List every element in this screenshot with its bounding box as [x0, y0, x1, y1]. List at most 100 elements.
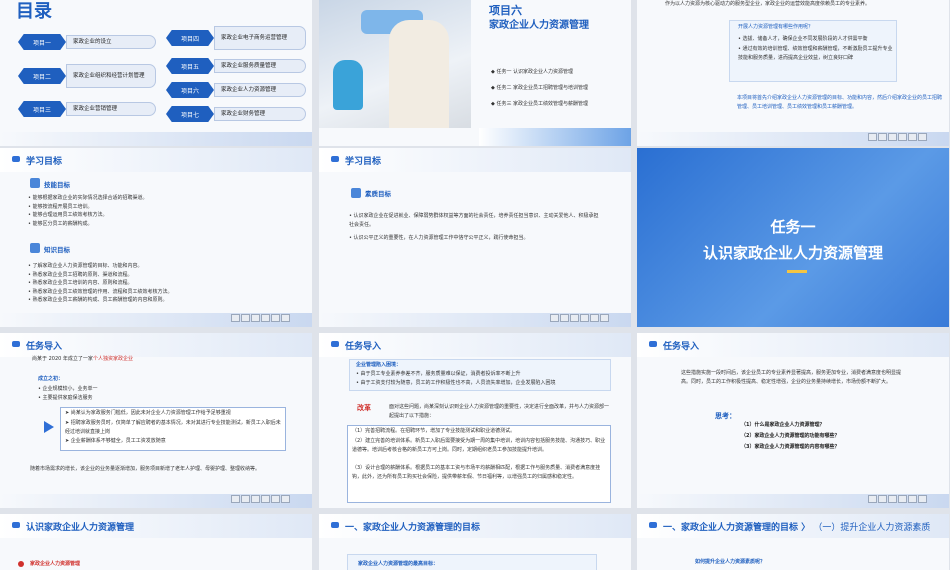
- skill-item: • 能够根据家政企业的实际情况选择合适的招聘渠道。: [28, 195, 148, 201]
- slide-1-toc[interactable]: 目录 项目一 家政企业的设立 项目二 家政企业组织和经营计划管理 项目三 家政企…: [0, 0, 312, 146]
- toc-item-4[interactable]: 家政企业电子商务运营管理: [214, 26, 306, 50]
- result-text: 这些措施实施一段时间后，该企业员工的专业素养显著提高，服务更加专业，消费者满意度…: [681, 370, 902, 385]
- slide-4-learning-goals[interactable]: 学习目标 技能目标 • 能够根据家政企业的实际情况选择合适的招聘渠道。 • 能够…: [0, 148, 312, 327]
- prev-icon[interactable]: [241, 495, 250, 503]
- slide-2-project-six[interactable]: 项目六 家政企业人力资源管理 ◆ 任务一 认识家政企业人力资源管理 ◆ 任务二 …: [319, 0, 631, 146]
- slide-11-hr-goals[interactable]: 一、家政企业人力资源管理的目标 家政企业人力资源管理的最高目标：: [319, 514, 631, 570]
- measure-3: （3）设计合理的薪酬体系。根据员工的基本工资与市场平均薪酬相匹配，根据工作与服务…: [352, 465, 601, 480]
- slide-3-intro[interactable]: 作为以人力资源为核心驱动力的服务型企业，家政企业的运营效能高度依赖员工的专业素养…: [637, 0, 949, 146]
- first-icon[interactable]: [550, 314, 559, 322]
- last-icon[interactable]: [271, 314, 280, 322]
- question-3: （3）家政企业人力资源管理的内容有哪些？: [741, 444, 840, 450]
- breadcrumb-separator: 〉: [801, 523, 811, 533]
- slide-title: 一、家政企业人力资源管理的目标: [330, 520, 480, 533]
- menu-icon[interactable]: [281, 495, 290, 503]
- trouble-2: • 由于工资支付较为随意，员工的工作积极性也不高，人员流失率增加，企业发展陷入困…: [356, 380, 556, 386]
- last-icon[interactable]: [271, 495, 280, 503]
- slide-8-reform[interactable]: 任务导入 企业管理陷入困境： • 由于员工专业素养参差不齐，服务质量难以保证，消…: [319, 333, 631, 508]
- slide-toolbar[interactable]: [550, 314, 609, 322]
- slide-title: 任务导入: [330, 339, 381, 352]
- prev-icon[interactable]: [878, 495, 887, 503]
- slide-toolbar[interactable]: [231, 314, 290, 322]
- toc-item-2[interactable]: 家政企业组织和经营计划管理: [66, 64, 156, 88]
- trouble-box: 企业管理陷入困境： • 由于员工专业素养参差不齐，服务质量难以保证，消费者投诉率…: [349, 359, 611, 391]
- menu-icon[interactable]: [918, 133, 927, 141]
- menu-icon[interactable]: [281, 314, 290, 322]
- task-heading: 认识家政企业人力资源管理: [702, 244, 883, 262]
- first-icon[interactable]: [231, 495, 240, 503]
- first-icon[interactable]: [231, 314, 240, 322]
- play-icon[interactable]: [888, 495, 897, 503]
- skill-item: • 能够按流程开展员工培训。: [28, 203, 93, 210]
- slide-toolbar[interactable]: [868, 495, 927, 503]
- task-item-3[interactable]: ◆ 任务三 家政企业员工绩效管理与薪酬管理: [491, 100, 588, 108]
- measure-1: （1）完善招聘流程。在招聘环节，增加了专业技能测试和职业道德测试。: [352, 428, 516, 434]
- knowledge-item: • 了解家政企业人力资源管理的目标、功能和内容。: [28, 263, 143, 269]
- founding-bullet-1: • 企业规模较小，业务单一: [38, 386, 98, 392]
- question-2: （2）家政企业人力资源管理的功能有哪些？: [741, 433, 840, 439]
- knowledge-item-text: 熟悉家政企业员工培训的内容、原则和流程。: [32, 280, 133, 286]
- arrow-icon: [44, 421, 54, 433]
- slide-10-hr-overview[interactable]: 认识家政企业人力资源管理 家政企业人力资源管理: [0, 514, 312, 570]
- task-item-2[interactable]: ◆ 任务二 家政企业员工招聘管理与培训管理: [491, 84, 588, 92]
- toc-item-6[interactable]: 家政企业人力资源管理: [214, 83, 306, 97]
- slide-title: 任务导入: [648, 339, 699, 352]
- next-icon[interactable]: [580, 314, 589, 322]
- project-title: 项目六: [489, 4, 522, 17]
- skill-item-text: 能够根据家政企业的实际情况选择合适的招聘渠道。: [32, 195, 148, 201]
- play-icon[interactable]: [888, 133, 897, 141]
- skill-list: • 能够根据家政企业的实际情况选择合适的招聘渠道。 • 能够按流程开展员工培训。…: [28, 194, 298, 228]
- menu-icon[interactable]: [918, 495, 927, 503]
- last-icon[interactable]: [590, 314, 599, 322]
- slide-title: 认识家政企业人力资源管理: [11, 520, 134, 533]
- last-icon[interactable]: [908, 495, 917, 503]
- slide-5-quality-goals[interactable]: 学习目标 素质目标 • 认识家政企业在促进就业、保障弱势群体权益等方面的社会责任…: [319, 148, 631, 327]
- slide-9-thinking[interactable]: 任务导入 这些措施实施一段时间后，该企业员工的专业素养显著提高，服务更加专业，消…: [637, 333, 949, 508]
- intro-b: 2020 年成立了一家: [48, 356, 93, 362]
- toc-item-5[interactable]: 家政企业服务质量管理: [214, 59, 306, 73]
- slide-6-task-one[interactable]: 任务一 认识家政企业人力资源管理: [637, 148, 949, 327]
- skill-item: • 能够区分员工的薪酬构成。: [28, 220, 93, 227]
- reform-label: 改革: [357, 404, 371, 412]
- cover-photo: [319, 0, 471, 128]
- slide-7-task-intro[interactable]: 任务导入 尚某于 2020 年成立了一家个人独资家政企业 成立之初： • 企业规…: [0, 333, 312, 508]
- badge-3: 项目三: [18, 101, 66, 117]
- menu-icon[interactable]: [600, 314, 609, 322]
- problem-1-text: 尚某认为家政服务门槛低，因此未对企业人力资源管理工作给予足够重视: [70, 410, 231, 416]
- problem-box: ➤ 尚某认为家政服务门槛低，因此未对企业人力资源管理工作给予足够重视 ➤ 招聘家…: [60, 407, 286, 451]
- play-icon[interactable]: [251, 495, 260, 503]
- next-icon[interactable]: [898, 495, 907, 503]
- problem-3: ➤ 企业薪酬体系不够健全，员工工资发放随意: [65, 438, 166, 444]
- person-body: [389, 20, 449, 128]
- prev-icon[interactable]: [560, 314, 569, 322]
- section-title: 一、家政企业人力资源管理的目标: [663, 523, 799, 533]
- slide-12-hr-quality[interactable]: 一、家政企业人力资源管理的目标 〉 （一）提升企业人力资源素质 如何提升企业人力…: [637, 514, 949, 570]
- subsection-title: （一）提升企业人力资源素质: [813, 523, 931, 533]
- task-item-1[interactable]: ◆ 任务一 认识家政企业人力资源管理: [491, 68, 573, 76]
- toc-item-1[interactable]: 家政企业的设立: [66, 35, 156, 49]
- slide-toolbar[interactable]: [231, 495, 290, 503]
- problem-2: ➤ 招聘家政服务员时，仅简单了解应聘者的基本情况，未对其进行专业技能测试，新员工…: [65, 420, 281, 435]
- bottom-band: [479, 128, 631, 146]
- badge-2: 项目二: [18, 68, 66, 84]
- last-icon[interactable]: [908, 133, 917, 141]
- next-icon[interactable]: [898, 133, 907, 141]
- play-icon[interactable]: [251, 314, 260, 322]
- toc-item-7[interactable]: 家政企业财务管理: [214, 107, 306, 121]
- skill-heading: 技能目标: [44, 181, 70, 189]
- bullet-1: • 选拔、储备人才，确保企业不同发展阶段的人才供需平衡: [738, 36, 868, 42]
- quality-heading: 素质目标: [365, 190, 391, 198]
- play-icon[interactable]: [570, 314, 579, 322]
- first-icon[interactable]: [868, 133, 877, 141]
- next-icon[interactable]: [261, 495, 270, 503]
- prev-icon[interactable]: [878, 133, 887, 141]
- project-subtitle: 家政企业人力资源管理: [489, 20, 589, 31]
- first-icon[interactable]: [868, 495, 877, 503]
- toc-item-3[interactable]: 家政企业营销管理: [66, 102, 156, 116]
- knowledge-item: • 熟悉家政企业员工绩效管理的作用、流程和员工绩效考核方法。: [28, 288, 173, 295]
- quality-item-2-text: 认识公平正义的重要性，在人力资源管理工作中恪守公平正义，践行使命担当。: [353, 235, 529, 241]
- task-3-label: 任务三 家政企业员工绩效管理与薪酬管理: [496, 101, 589, 107]
- next-icon[interactable]: [261, 314, 270, 322]
- prev-icon[interactable]: [241, 314, 250, 322]
- slide-toolbar[interactable]: [868, 133, 927, 141]
